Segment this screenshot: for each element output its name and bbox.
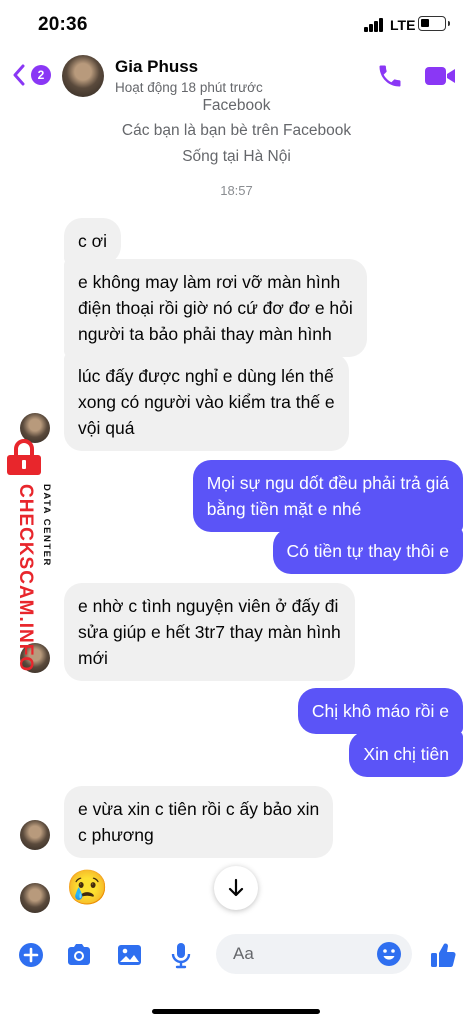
incoming-message[interactable]: c ơi bbox=[64, 218, 121, 264]
microphone-icon[interactable] bbox=[166, 940, 196, 970]
incoming-message[interactable]: e nhờ c tình nguyện viên ở đấy đi sửa gi… bbox=[64, 583, 355, 681]
message-text: Có tiền tự thay thôi e bbox=[286, 541, 450, 561]
clock: 20:36 bbox=[38, 14, 88, 35]
gallery-icon[interactable] bbox=[114, 940, 144, 970]
message-input[interactable]: Aa bbox=[216, 934, 412, 974]
arrow-down-icon bbox=[228, 878, 244, 897]
outgoing-message[interactable]: Xin chị tiên bbox=[349, 731, 463, 777]
emoji-message[interactable]: 😢 bbox=[66, 868, 108, 908]
contact-name[interactable]: Gia Phuss bbox=[115, 57, 198, 77]
incoming-message[interactable]: e không may làm rơi vỡ màn hình điện tho… bbox=[64, 259, 367, 357]
lock-icon bbox=[7, 439, 41, 475]
message-text: e không may làm rơi vỡ màn hình bbox=[78, 272, 341, 292]
message-text: vội quá bbox=[78, 418, 135, 438]
message-text: Mọi sự ngu dốt đều phải trả giá bbox=[206, 473, 449, 493]
video-camera-icon[interactable] bbox=[424, 64, 456, 88]
signal-icon bbox=[364, 18, 384, 32]
watermark: DATA CENTER CHECKSCAM.INFO bbox=[0, 436, 52, 672]
message-text: lúc đấy được nghỉ e dùng lén thế bbox=[78, 366, 334, 386]
unread-badge: 2 bbox=[31, 65, 51, 85]
message-text: người ta bảo phải thay màn hình bbox=[78, 324, 332, 344]
profile-intro-line: Các bạn là bạn bè trên Facebook bbox=[121, 122, 352, 139]
message-text: c phương bbox=[78, 825, 154, 845]
message-text: c ơi bbox=[78, 231, 107, 251]
incoming-message[interactable]: lúc đấy được nghỉ e dùng lén thế xong có… bbox=[64, 353, 349, 451]
chat-header: 2 Gia Phuss Hoạt động 18 phút trước bbox=[0, 50, 473, 100]
status-bar: 20:36 LTE bbox=[0, 0, 473, 50]
battery-icon bbox=[418, 16, 450, 31]
message-text: e nhờ c tình nguyện viên ở đấy đi bbox=[78, 596, 339, 616]
message-input-placeholder: Aa bbox=[233, 944, 254, 963]
sender-avatar[interactable] bbox=[20, 820, 50, 850]
home-indicator bbox=[152, 1009, 320, 1014]
profile-intro-line: Facebook bbox=[202, 97, 271, 114]
outgoing-message[interactable]: Chị khô máo rồi e bbox=[297, 688, 463, 734]
contact-status: Hoạt động 18 phút trước bbox=[115, 80, 263, 95]
avatar[interactable] bbox=[62, 55, 104, 97]
message-text: mới bbox=[78, 648, 108, 668]
message-timestamp: 18:57 bbox=[220, 183, 253, 198]
profile-intro-line: Sống tại Hà Nội bbox=[182, 148, 291, 165]
message-text: điện thoại rồi giờ nó cứ đơ đơ e hỏi bbox=[78, 298, 353, 318]
message-text: bằng tiền mặt e nhé bbox=[206, 499, 362, 519]
phone-icon[interactable] bbox=[376, 62, 404, 90]
outgoing-message[interactable]: Có tiền tự thay thôi e bbox=[272, 528, 463, 574]
plus-icon[interactable] bbox=[16, 940, 46, 970]
message-text: xong có người vào kiểm tra thế e bbox=[78, 392, 335, 412]
emoji-icon[interactable] bbox=[376, 941, 402, 967]
camera-icon[interactable] bbox=[64, 940, 94, 970]
scroll-to-bottom-button[interactable] bbox=[214, 866, 258, 910]
thumbs-up-icon[interactable] bbox=[428, 940, 458, 970]
incoming-message[interactable]: e vừa xin c tiên rồi c ấy bảo xin c phươ… bbox=[64, 786, 334, 858]
message-text: Chị khô máo rồi e bbox=[311, 701, 449, 721]
back-button[interactable]: 2 bbox=[12, 62, 52, 88]
chevron-left-icon bbox=[13, 64, 25, 86]
network-type: LTE bbox=[390, 17, 416, 33]
sender-avatar[interactable] bbox=[20, 883, 50, 913]
watermark-title: CHECKSCAM.INFO bbox=[15, 484, 36, 673]
message-text: e vừa xin c tiên rồi c ấy bảo xin bbox=[78, 799, 320, 819]
outgoing-message[interactable]: Mọi sự ngu dốt đều phải trả giá bằng tiề… bbox=[192, 460, 463, 532]
message-text: Xin chị tiên bbox=[363, 744, 449, 764]
message-text: sửa giúp e hết 3tr7 thay màn hình bbox=[78, 622, 341, 642]
composer-bar: Aa bbox=[0, 930, 473, 984]
watermark-subtitle: DATA CENTER bbox=[41, 484, 52, 567]
